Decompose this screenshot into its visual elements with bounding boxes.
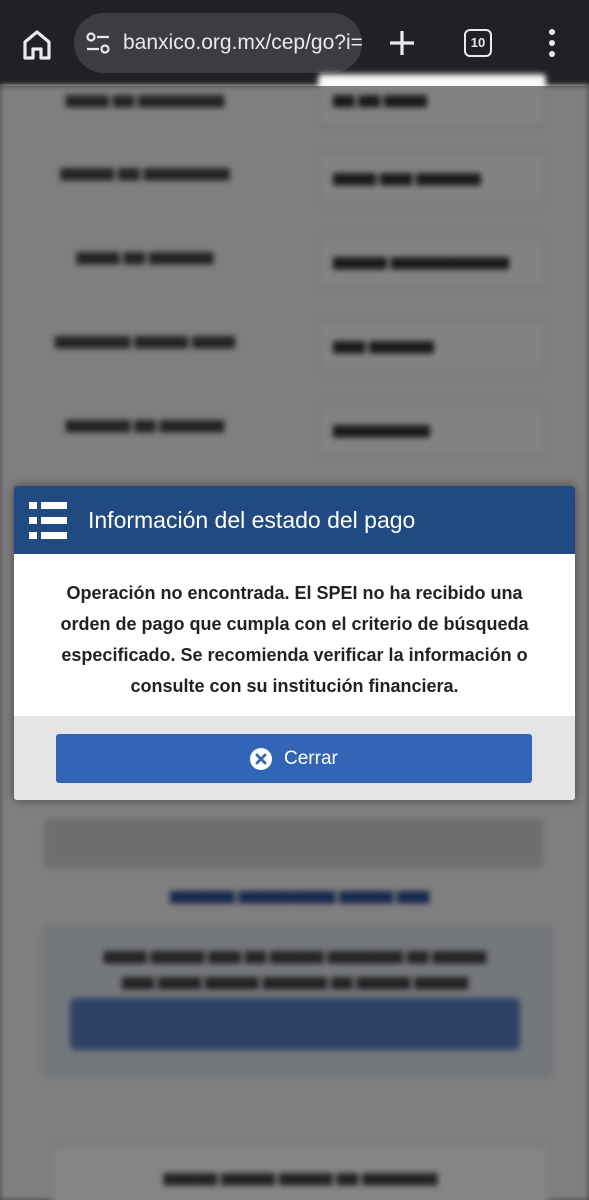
url-text: banxico.org.mx/cep/go?i= (123, 31, 362, 54)
list-icon (29, 502, 67, 539)
payment-status-dialog: Información del estado del pago Operació… (14, 486, 575, 800)
home-icon[interactable] (17, 25, 57, 65)
dialog-message: Operación no encontrada. El SPEI no ha r… (60, 583, 529, 696)
tab-switcher-button[interactable]: 10 (464, 29, 492, 57)
dialog-footer: Cerrar (14, 716, 575, 800)
dialog-header: Información del estado del pago (14, 486, 575, 554)
close-button-label: Cerrar (284, 748, 338, 769)
plus-icon[interactable] (386, 27, 418, 59)
dialog-title: Información del estado del pago (88, 507, 416, 533)
tune-icon[interactable] (85, 31, 111, 55)
more-vert-icon[interactable] (540, 25, 564, 61)
close-circle-icon (250, 748, 272, 770)
address-bar[interactable]: banxico.org.mx/cep/go?i= (74, 13, 362, 73)
close-button[interactable]: Cerrar (56, 734, 532, 783)
